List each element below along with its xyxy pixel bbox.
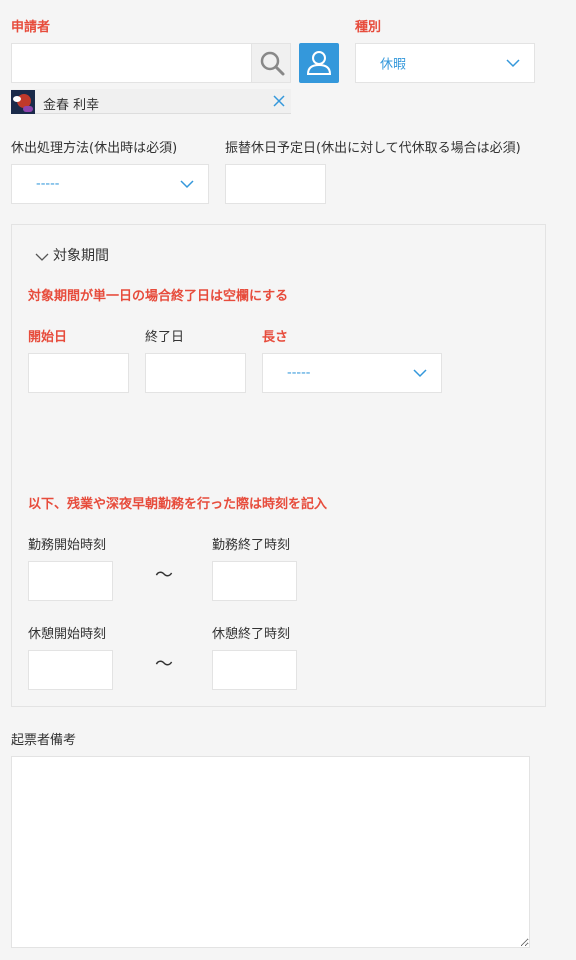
- user-icon: [306, 51, 332, 75]
- chevron-down-icon: [413, 369, 427, 378]
- section-title: 対象期間: [53, 248, 109, 264]
- break-range-tilde: 〜: [155, 654, 173, 675]
- type-label: 種別: [355, 20, 382, 35]
- type-select-value: 休暇: [380, 57, 407, 73]
- holiday-method-select[interactable]: -----: [11, 164, 209, 204]
- work-end-label: 勤務終了時刻: [212, 538, 291, 553]
- search-button[interactable]: [251, 43, 291, 83]
- substitute-date-input[interactable]: [225, 164, 326, 204]
- work-end-input[interactable]: [212, 561, 297, 601]
- break-start-input[interactable]: [28, 650, 113, 690]
- overtime-note: 以下、残業や深夜早朝勤務を行った際は時刻を記入: [28, 497, 328, 512]
- start-date-input[interactable]: [28, 353, 129, 393]
- close-icon: [273, 95, 285, 107]
- applicant-search-input[interactable]: [11, 43, 252, 83]
- search-icon: [260, 51, 285, 76]
- substitute-date-label: 振替休日予定日(休出に対して代休取る場合は必須): [225, 141, 521, 156]
- holiday-method-label: 休出処理方法(休出時は必須): [11, 141, 178, 156]
- chevron-down-icon: [180, 180, 194, 189]
- avatar: [11, 90, 35, 114]
- work-start-input[interactable]: [28, 561, 113, 601]
- break-start-label: 休憩開始時刻: [28, 627, 107, 642]
- selected-user-name: 金春 利幸: [43, 98, 100, 113]
- period-note: 対象期間が単一日の場合終了日は空欄にする: [28, 289, 289, 304]
- remarks-label: 起票者備考: [11, 733, 77, 748]
- chevron-down-icon: [35, 253, 49, 261]
- end-date-label: 終了日: [145, 330, 185, 345]
- applicant-label: 申請者: [11, 20, 51, 35]
- section-toggle[interactable]: [35, 247, 49, 261]
- type-select[interactable]: 休暇: [355, 43, 535, 83]
- selected-user-chip: 金春 利幸: [11, 89, 291, 114]
- chevron-down-icon: [506, 59, 520, 68]
- holiday-method-value: -----: [36, 176, 60, 192]
- user-select-button[interactable]: [299, 43, 339, 83]
- break-end-input[interactable]: [212, 650, 297, 690]
- remove-user-button[interactable]: [271, 93, 287, 109]
- work-range-tilde: 〜: [155, 565, 173, 586]
- end-date-input[interactable]: [145, 353, 246, 393]
- work-start-label: 勤務開始時刻: [28, 538, 107, 553]
- start-date-label: 開始日: [28, 330, 68, 345]
- break-end-label: 休憩終了時刻: [212, 627, 291, 642]
- length-label: 長さ: [262, 330, 289, 345]
- length-select-value: -----: [287, 365, 311, 381]
- length-select[interactable]: -----: [262, 353, 442, 393]
- period-section: 対象期間 対象期間が単一日の場合終了日は空欄にする 開始日 終了日 長さ ---…: [11, 224, 546, 707]
- remarks-textarea[interactable]: [11, 756, 530, 948]
